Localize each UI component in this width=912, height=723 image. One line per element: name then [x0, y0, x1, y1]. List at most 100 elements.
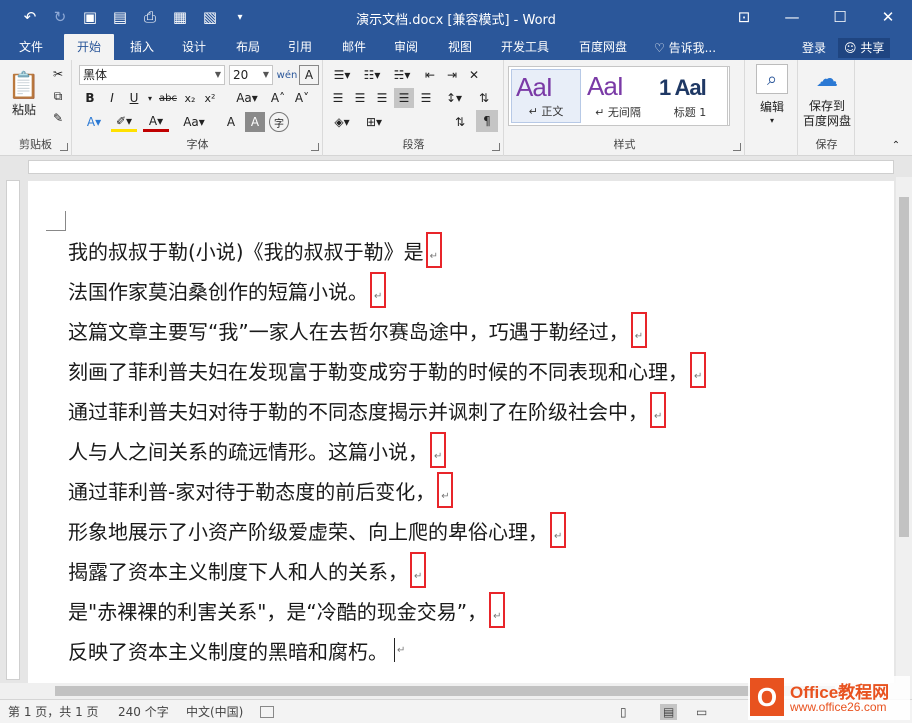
style-heading-1[interactable]: 1 Aal 标题 1 — [655, 69, 725, 123]
signin-link[interactable]: 登录 — [802, 38, 826, 58]
minimize-icon[interactable]: — — [768, 0, 816, 34]
print-layout-icon[interactable]: ▤ — [660, 704, 678, 720]
gallery-scroll[interactable] — [727, 67, 730, 125]
style-normal[interactable]: AaI ↵ 正文 — [511, 69, 581, 123]
read-mode-icon[interactable]: ▯ — [620, 704, 627, 720]
text-line[interactable]: 形象地展示了小资产阶级爱虚荣、向上爬的卑俗心理， — [68, 510, 566, 550]
ribbon-display-icon[interactable]: ⊡ — [720, 0, 768, 34]
align-left-icon[interactable]: ☰ — [328, 88, 348, 108]
share-button[interactable]: ☺ 共享 — [838, 38, 891, 58]
tab-baidu[interactable]: 百度网盘 — [570, 34, 636, 60]
chinese-layout-icon[interactable]: ✕ — [464, 65, 484, 85]
dialog-launcher-icon[interactable] — [60, 143, 68, 151]
scrollbar-thumb[interactable] — [899, 197, 909, 537]
font-color-icon[interactable]: A▾ — [143, 112, 169, 132]
enclose-char-icon[interactable]: A — [221, 112, 241, 132]
style-no-spacing[interactable]: AaI ↵ 无间隔 — [583, 69, 653, 123]
highlight-icon[interactable]: ✐▾ — [111, 112, 137, 132]
chevron-down-icon[interactable]: ▾ — [145, 88, 155, 108]
editing-button[interactable]: 编辑 — [746, 98, 798, 114]
tab-mailings[interactable]: 邮件 — [332, 34, 376, 60]
tab-developer[interactable]: 开发工具 — [492, 34, 558, 60]
strikethrough-icon[interactable]: abc — [157, 88, 179, 108]
maximize-icon[interactable]: ☐ — [816, 0, 864, 34]
grow-font-icon[interactable]: A˄ — [267, 88, 289, 108]
text-line[interactable]: 这篇文章主要写“我”一家人在去哲尔赛岛途中，巧遇于勒经过， — [68, 310, 647, 350]
decrease-indent-icon[interactable]: ⇤ — [420, 65, 440, 85]
customize-qat-icon[interactable]: ▾ — [226, 6, 254, 28]
subscript-icon[interactable]: x₂ — [181, 88, 199, 108]
text-line[interactable]: 人与人之间关系的疏远情形。这篇小说， — [68, 430, 446, 470]
underline-icon[interactable]: U — [125, 88, 143, 108]
dialog-launcher-icon[interactable] — [733, 143, 741, 151]
text-line[interactable]: 是"赤裸裸的利害关系"，是“冷酷的现金交易”， — [68, 590, 506, 630]
page[interactable]: 我的叔叔于勒(小说)《我的叔叔于勒》是 法国作家莫泊桑创作的短篇小说。 这篇文章… — [28, 181, 894, 683]
image-icon[interactable]: ▧ — [196, 6, 224, 28]
text-line[interactable]: 通过菲利普夫妇对待于勒的不同态度揭示并讽刺了在阶级社会中， — [68, 390, 666, 430]
print-preview-icon[interactable]: ⎙ — [136, 6, 164, 28]
save-to-baidu-button[interactable]: 保存到 百度网盘 — [795, 98, 859, 130]
sort-icon[interactable]: ⇅ — [474, 88, 494, 108]
shrink-font-icon[interactable]: A˅ — [291, 88, 313, 108]
text-line[interactable]: 揭露了资本主义制度下人和人的关系， — [68, 550, 426, 590]
char-shading-icon[interactable]: Aa▾ — [177, 112, 211, 132]
tab-review[interactable]: 审阅 — [384, 34, 428, 60]
cut-icon[interactable]: ✂ — [48, 64, 68, 84]
language-indicator[interactable]: 中文(中国) — [186, 704, 243, 720]
increase-indent-icon[interactable]: ⇥ — [442, 65, 462, 85]
text-effects-icon[interactable]: A▾ — [81, 112, 107, 132]
align-center-icon[interactable]: ☰ — [350, 88, 370, 108]
tab-file[interactable]: 文件 — [8, 34, 54, 60]
show-marks-icon[interactable]: ¶ — [476, 110, 498, 132]
bold-icon[interactable]: B — [81, 88, 99, 108]
text-line[interactable]: 反映了资本主义制度的黑暗和腐朽。 ↵ — [68, 630, 405, 670]
distributed-icon[interactable]: ☰ — [416, 88, 436, 108]
numbering-icon[interactable]: ☷▾ — [358, 65, 386, 85]
scrollbar-thumb[interactable] — [55, 686, 835, 696]
paste-button[interactable]: 📋 粘贴 — [8, 66, 40, 122]
collapse-ribbon-icon[interactable]: ⌃ — [888, 138, 904, 152]
font-name-combo[interactable]: 黑体 ▼ — [79, 65, 225, 85]
text-line[interactable]: 刻画了菲利普夫妇在发现富于勒变成穷于勒的时候的不同表现和心理， — [68, 350, 706, 390]
word-count[interactable]: 240 个字 — [118, 704, 169, 720]
redo-icon[interactable]: ↻ — [46, 6, 74, 28]
format-painter-icon[interactable]: ✎ — [48, 108, 68, 128]
ruler-track[interactable] — [28, 160, 894, 174]
tab-view[interactable]: 视图 — [438, 34, 482, 60]
tab-home[interactable]: 开始 — [64, 34, 114, 60]
multilevel-list-icon[interactable]: ☵▾ — [388, 65, 416, 85]
enclose-circle-icon[interactable]: 字 — [269, 112, 289, 132]
line-spacing-icon[interactable]: ↕▾ — [440, 88, 468, 108]
justify-icon[interactable]: ☰ — [394, 88, 414, 108]
baidu-cloud-icon[interactable]: ☁ — [811, 64, 843, 94]
vertical-scrollbar[interactable] — [896, 177, 912, 683]
borders-icon[interactable]: ⊞▾ — [360, 112, 388, 132]
web-layout-icon[interactable]: ▭ — [696, 704, 707, 720]
dialog-launcher-icon[interactable] — [311, 143, 319, 151]
text-line[interactable]: 法国作家莫泊桑创作的短篇小说。 — [68, 270, 386, 310]
tab-design[interactable]: 设计 — [172, 34, 216, 60]
format-painter-icon[interactable]: ▤ — [106, 6, 134, 28]
char-shade-icon[interactable]: A — [245, 112, 265, 132]
superscript-icon[interactable]: x² — [201, 88, 219, 108]
tab-references[interactable]: 引用 — [278, 34, 322, 60]
change-case-icon[interactable]: Aa▾ — [229, 88, 265, 108]
search-icon[interactable]: ⌕ — [756, 64, 788, 94]
save-icon[interactable]: ▣ — [76, 6, 104, 28]
macro-record-icon[interactable] — [260, 706, 274, 718]
page-count[interactable]: 第 1 页，共 1 页 — [8, 704, 99, 720]
sort-az-icon[interactable]: ⇅ — [450, 112, 470, 132]
font-size-combo[interactable]: 20 ▼ — [229, 65, 273, 85]
tab-insert[interactable]: 插入 — [120, 34, 164, 60]
tab-layout[interactable]: 布局 — [226, 34, 270, 60]
character-border-icon[interactable]: A — [299, 65, 319, 85]
align-right-icon[interactable]: ☰ — [372, 88, 392, 108]
italic-icon[interactable]: I — [103, 88, 121, 108]
copy-icon[interactable]: ⧉ — [48, 86, 68, 106]
dialog-launcher-icon[interactable] — [492, 143, 500, 151]
bullets-icon[interactable]: ☰▾ — [328, 65, 356, 85]
text-line[interactable]: 我的叔叔于勒(小说)《我的叔叔于勒》是 — [68, 230, 442, 270]
tell-me-box[interactable]: ♡ 告诉我... — [654, 38, 716, 58]
undo-icon[interactable]: ↶ — [16, 6, 44, 28]
close-icon[interactable]: ✕ — [864, 0, 912, 34]
